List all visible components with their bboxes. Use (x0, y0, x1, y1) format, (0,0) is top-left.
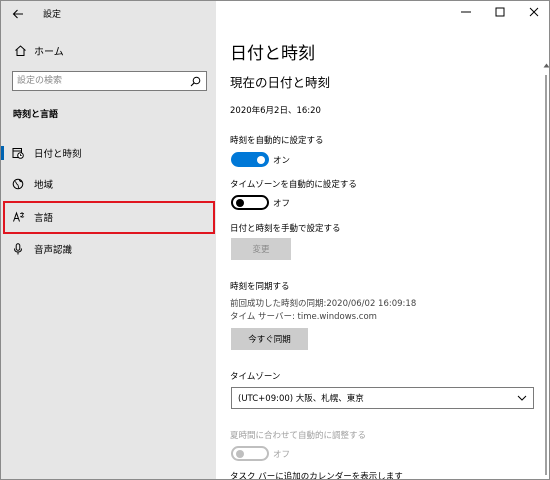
dst-state: オフ (273, 450, 291, 460)
chevron-down-icon (517, 393, 527, 403)
scrollbar-thumb[interactable] (545, 75, 547, 475)
search-box[interactable] (12, 71, 207, 91)
taskbar-calendar-label: タスク バーに追加のカレンダーを表示します (230, 472, 403, 480)
search-icon[interactable] (184, 72, 206, 90)
app-title: 設定 (43, 10, 62, 20)
dst-label: 夏時間に合わせて自動的に調整する (230, 431, 367, 441)
sidebar-section-heading: 時刻と言語 (13, 110, 59, 120)
toggle-knob (236, 450, 244, 458)
timezone-label: タイムゾーン (230, 372, 281, 382)
sidebar-item-label: 地域 (34, 180, 54, 191)
sidebar-item-label: 音声認識 (34, 245, 73, 256)
back-arrow-icon (12, 9, 23, 19)
minimize-icon (461, 11, 471, 13)
sync-now-button[interactable]: 今すぐ同期 (231, 328, 308, 350)
manual-set-label: 日付と時刻を手動で設定する (230, 224, 341, 234)
maximize-button[interactable] (483, 1, 517, 23)
sidebar-item-label: 言語 (34, 213, 54, 224)
home-icon (13, 43, 27, 57)
scrollbar[interactable] (542, 61, 549, 479)
microphone-icon (11, 242, 25, 256)
auto-timezone-toggle[interactable] (231, 195, 269, 210)
timezone-selected: (UTC+09:00) 大阪、札幌、東京 (238, 394, 364, 404)
home-label: ホーム (34, 46, 64, 58)
window-controls (449, 1, 549, 23)
last-sync-text: 前回成功した時刻の同期:2020/06/02 16:09:18 (230, 299, 417, 309)
settings-window: 設定 ホーム 時刻と言語 日付と時刻 地域 (0, 0, 550, 480)
toggle-knob (257, 156, 265, 164)
main-content: 日付と時刻 現在の日付と時刻 2020年6月2日、16:20 時刻を自動的に設定… (216, 1, 549, 480)
home-link[interactable]: ホーム (1, 39, 216, 61)
dst-toggle[interactable] (231, 446, 269, 461)
back-button[interactable] (7, 5, 29, 23)
globe-icon (11, 177, 25, 191)
sync-label: 時刻を同期する (230, 282, 290, 292)
sidebar-item-label: 日付と時刻 (34, 149, 82, 160)
auto-time-toggle[interactable] (231, 152, 269, 167)
toggle-knob (236, 199, 244, 207)
close-button[interactable] (517, 1, 549, 23)
language-icon (11, 210, 25, 224)
calendar-clock-icon (11, 146, 25, 160)
close-icon (529, 7, 539, 17)
minimize-button[interactable] (449, 1, 483, 23)
sidebar-item-region[interactable]: 地域 (1, 169, 216, 199)
section-title: 現在の日付と時刻 (230, 75, 331, 90)
maximize-icon (495, 7, 505, 17)
auto-time-label: 時刻を自動的に設定する (230, 136, 324, 146)
sidebar-item-language[interactable]: 言語 (1, 202, 216, 232)
timezone-dropdown[interactable]: (UTC+09:00) 大阪、札幌、東京 (231, 387, 534, 409)
current-datetime: 2020年6月2日、16:20 (230, 106, 321, 116)
page-title: 日付と時刻 (230, 44, 315, 64)
sidebar-item-date-time[interactable]: 日付と時刻 (1, 138, 216, 168)
auto-time-state: オン (273, 156, 291, 166)
sidebar: 設定 ホーム 時刻と言語 日付と時刻 地域 (1, 1, 216, 479)
search-input[interactable] (13, 72, 184, 90)
scroll-up-icon[interactable] (542, 61, 549, 69)
auto-timezone-label: タイムゾーンを自動的に設定する (230, 180, 357, 190)
auto-timezone-state: オフ (273, 199, 291, 209)
change-button[interactable]: 変更 (231, 238, 291, 260)
sidebar-item-speech[interactable]: 音声認識 (1, 234, 216, 264)
time-server-text: タイム サーバー: time.windows.com (230, 312, 377, 322)
